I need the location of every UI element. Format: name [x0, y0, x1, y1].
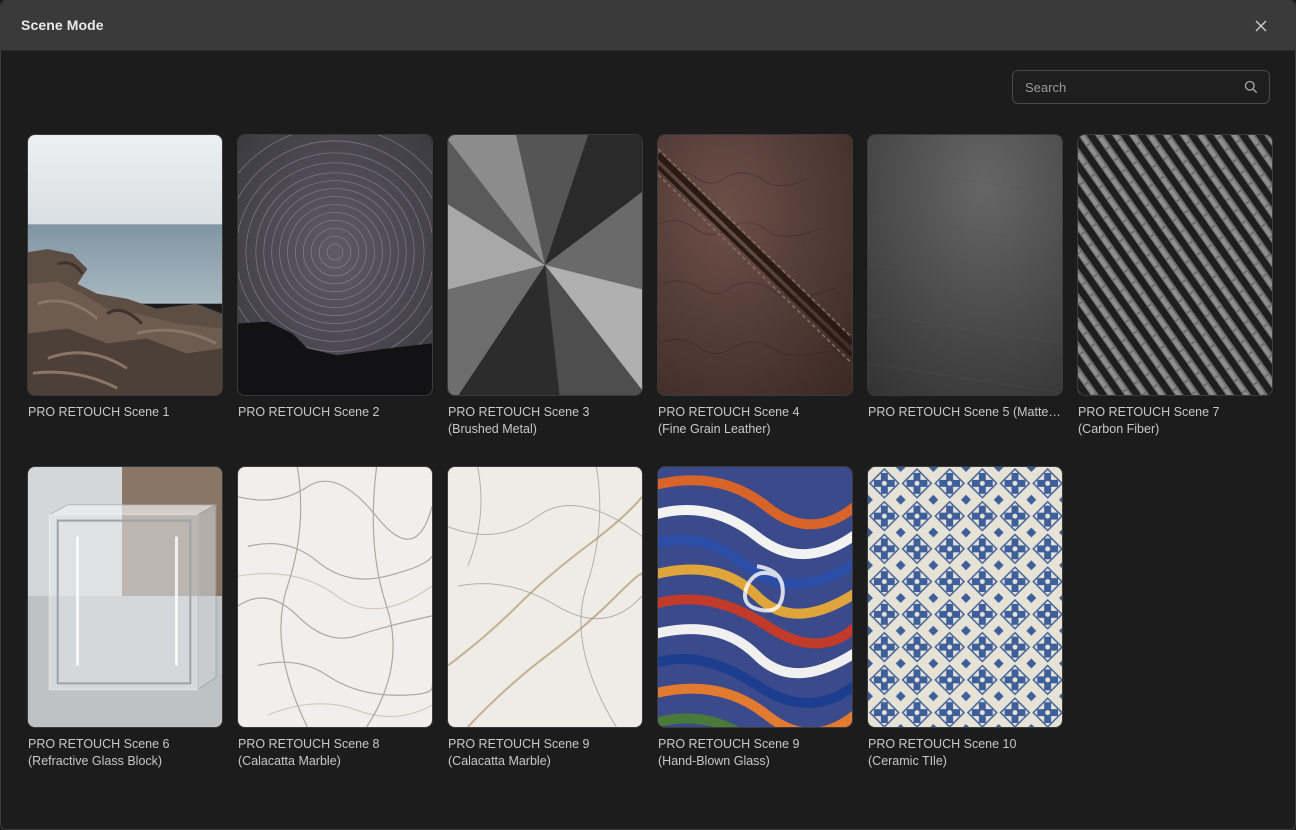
search-box [1012, 70, 1270, 104]
scene-card-7[interactable]: PRO RETOUCH Scene 6 (Refractive Glass Bl… [27, 466, 223, 770]
scene-thumbnail-marble-b[interactable] [447, 466, 643, 728]
scene-mode-dialog: Scene Mode Search PRO RETOUCH Scene 1 PR… [0, 0, 1296, 830]
scene-label: PRO RETOUCH Scene 10 (Ceramic TIle) [867, 736, 1063, 770]
scene-card-10[interactable]: PRO RETOUCH Scene 9 (Hand-Blown Glass) [657, 466, 853, 770]
scene-label: PRO RETOUCH Scene 2 [237, 404, 433, 421]
scene-label: PRO RETOUCH Scene 8 (Calacatta Marble) [237, 736, 433, 770]
scene-card-11[interactable]: PRO RETOUCH Scene 10 (Ceramic TIle) [867, 466, 1063, 770]
scene-thumbnail-blown-glass[interactable] [657, 466, 853, 728]
scene-title: PRO RETOUCH Scene 7 [1078, 405, 1220, 419]
close-button[interactable] [1249, 14, 1273, 38]
search-icon[interactable] [1244, 80, 1258, 94]
scene-label: PRO RETOUCH Scene 5 (Matte Te... [867, 404, 1063, 421]
scene-subtitle: (Hand-Blown Glass) [658, 754, 770, 768]
scene-title: PRO RETOUCH Scene 2 [238, 405, 380, 419]
scene-subtitle: (Refractive Glass Block) [28, 754, 163, 768]
scene-title: PRO RETOUCH Scene 9 [658, 737, 800, 751]
scene-card-1[interactable]: PRO RETOUCH Scene 1 [27, 134, 223, 421]
scene-thumbnail-marble-a[interactable] [237, 466, 433, 728]
title-bar: Scene Mode [1, 1, 1295, 51]
scene-subtitle: (Fine Grain Leather) [658, 422, 771, 436]
scene-label: PRO RETOUCH Scene 7 (Carbon Fiber) [1077, 404, 1273, 438]
scene-card-5[interactable]: PRO RETOUCH Scene 5 (Matte Te... [867, 134, 1063, 421]
scene-label: PRO RETOUCH Scene 9 (Hand-Blown Glass) [657, 736, 853, 770]
scene-subtitle: (Brushed Metal) [448, 422, 537, 436]
scene-card-9[interactable]: PRO RETOUCH Scene 9 (Calacatta Marble) [447, 466, 643, 770]
scene-title: PRO RETOUCH Scene 9 [448, 737, 590, 751]
scene-card-4[interactable]: PRO RETOUCH Scene 4 (Fine Grain Leather) [657, 134, 853, 438]
scene-subtitle: (Calacatta Marble) [238, 754, 341, 768]
search-input[interactable] [1013, 71, 1233, 103]
scene-thumbnail-ceramic-tile[interactable] [867, 466, 1063, 728]
scene-thumbnail-brushed-metal[interactable] [447, 134, 643, 396]
scene-card-8[interactable]: PRO RETOUCH Scene 8 (Calacatta Marble) [237, 466, 433, 770]
dialog-title: Scene Mode [21, 17, 104, 33]
scene-thumbnail-matte-texture[interactable] [867, 134, 1063, 396]
scene-title: PRO RETOUCH Scene 6 [28, 737, 170, 751]
scene-subtitle: (Ceramic TIle) [868, 754, 947, 768]
scene-title: PRO RETOUCH Scene 1 [28, 405, 170, 419]
close-icon [1255, 20, 1267, 32]
scene-thumbnail-leather[interactable] [657, 134, 853, 396]
scene-card-2[interactable]: PRO RETOUCH Scene 2 [237, 134, 433, 421]
scene-title: PRO RETOUCH Scene 10 [868, 737, 1017, 751]
scene-subtitle: (Carbon Fiber) [1078, 422, 1160, 436]
scene-subtitle: (Calacatta Marble) [448, 754, 551, 768]
scene-thumbnail-carbon-fiber[interactable] [1077, 134, 1273, 396]
scene-thumbnail-seascape[interactable] [27, 134, 223, 396]
scene-label: PRO RETOUCH Scene 6 (Refractive Glass Bl… [27, 736, 223, 770]
scene-label: PRO RETOUCH Scene 9 (Calacatta Marble) [447, 736, 643, 770]
scene-label: PRO RETOUCH Scene 4 (Fine Grain Leather) [657, 404, 853, 438]
scene-label: PRO RETOUCH Scene 1 [27, 404, 223, 421]
scene-title: PRO RETOUCH Scene 5 (Matte Te... [868, 405, 1063, 419]
scene-thumbnail-glass-block[interactable] [27, 466, 223, 728]
scene-card-6[interactable]: PRO RETOUCH Scene 7 (Carbon Fiber) [1077, 134, 1273, 438]
scene-title: PRO RETOUCH Scene 3 [448, 405, 590, 419]
scene-label: PRO RETOUCH Scene 3 (Brushed Metal) [447, 404, 643, 438]
scene-card-3[interactable]: PRO RETOUCH Scene 3 (Brushed Metal) [447, 134, 643, 438]
scene-thumbnail-star-trails[interactable] [237, 134, 433, 396]
scene-title: PRO RETOUCH Scene 4 [658, 405, 800, 419]
scene-title: PRO RETOUCH Scene 8 [238, 737, 380, 751]
